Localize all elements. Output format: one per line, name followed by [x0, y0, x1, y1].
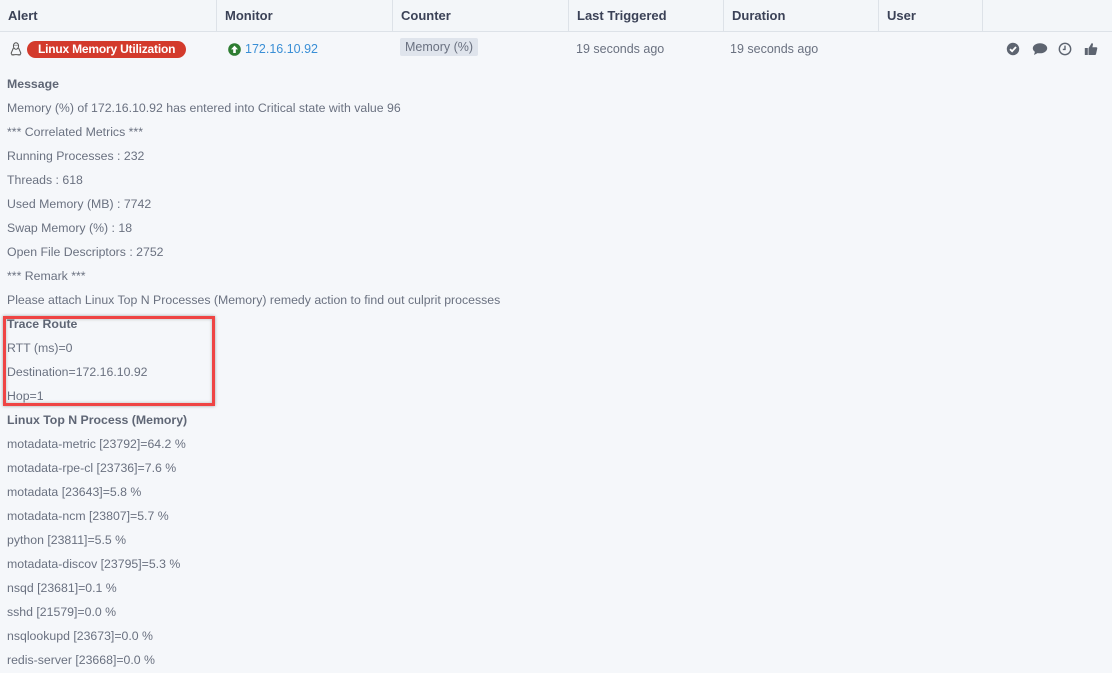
trace-route-item: RTT (ms)=0 — [7, 341, 73, 355]
correlated-metric: Used Memory (MB) : 7742 — [7, 197, 152, 211]
correlated-metrics-header: *** Correlated Metrics *** — [7, 125, 143, 139]
actions-cell — [983, 32, 1112, 66]
process-item: python [23811]=5.5 % — [7, 533, 127, 547]
alert-details: Message Memory (%) of 172.16.10.92 has e… — [7, 72, 1107, 672]
correlated-metric: Open File Descriptors : 2752 — [7, 245, 164, 259]
top-n-process-title: Linux Top N Process (Memory) — [7, 413, 188, 427]
comment-icon[interactable] — [1032, 42, 1048, 56]
process-item: sshd [21579]=0.0 % — [7, 605, 117, 619]
column-header-last-triggered[interactable]: Last Triggered — [569, 0, 724, 31]
check-circle-icon[interactable] — [1006, 42, 1020, 56]
counter-cell: Memory (%) — [393, 32, 569, 66]
column-header-duration[interactable]: Duration — [724, 0, 879, 31]
process-item: nsqlookupd [23673]=0.0 % — [7, 629, 153, 643]
alert-name-badge[interactable]: Linux Memory Utilization — [27, 40, 187, 58]
alert-cell: Linux Memory Utilization — [0, 32, 217, 66]
table-header: Alert Monitor Counter Last Triggered Dur… — [0, 0, 1112, 32]
monitor-cell: 172.16.10.92 — [217, 32, 393, 66]
duration-cell: 19 seconds ago — [724, 32, 879, 66]
last-triggered-cell: 19 seconds ago — [569, 32, 724, 66]
process-item: motadata [23643]=5.8 % — [7, 485, 142, 499]
correlated-metric: Running Processes : 232 — [7, 149, 145, 163]
process-item: redis-server [23668]=0.0 % — [7, 653, 155, 667]
trace-route-title: Trace Route — [7, 317, 78, 331]
table-row[interactable]: Linux Memory Utilization 172.16.10.92 Me… — [0, 32, 1112, 66]
remark-header: *** Remark *** — [7, 269, 86, 283]
arrow-up-circle-icon — [228, 42, 241, 56]
message-text: Memory (%) of 172.16.10.92 has entered i… — [7, 101, 401, 115]
trace-route-item: Destination=172.16.10.92 — [7, 365, 148, 379]
last-triggered-value: 19 seconds ago — [576, 42, 665, 56]
process-item: motadata-ncm [23807]=5.7 % — [7, 509, 169, 523]
user-cell — [879, 32, 983, 66]
monitor-link[interactable]: 172.16.10.92 — [245, 42, 318, 56]
column-header-monitor[interactable]: Monitor — [217, 0, 393, 31]
correlated-metric: Threads : 618 — [7, 173, 83, 187]
message-title: Message — [7, 77, 59, 91]
column-header-user[interactable]: User — [879, 0, 983, 31]
column-header-alert[interactable]: Alert — [0, 0, 217, 31]
correlated-metric: Swap Memory (%) : 18 — [7, 221, 133, 235]
process-item: motadata-discov [23795]=5.3 % — [7, 557, 181, 571]
clock-icon[interactable] — [1058, 42, 1072, 56]
linux-tux-icon — [10, 42, 22, 56]
duration-value: 19 seconds ago — [730, 42, 819, 56]
remark-text: Please attach Linux Top N Processes (Mem… — [7, 293, 501, 307]
counter-badge: Memory (%) — [400, 37, 479, 56]
process-item: motadata-rpe-cl [23736]=7.6 % — [7, 461, 177, 475]
column-header-actions — [983, 0, 1112, 31]
column-header-counter[interactable]: Counter — [393, 0, 569, 31]
trace-route-item: Hop=1 — [7, 389, 44, 403]
process-item: nsqd [23681]=0.1 % — [7, 581, 117, 595]
thumbs-up-icon[interactable] — [1084, 42, 1098, 56]
process-item: motadata-metric [23792]=64.2 % — [7, 437, 186, 451]
